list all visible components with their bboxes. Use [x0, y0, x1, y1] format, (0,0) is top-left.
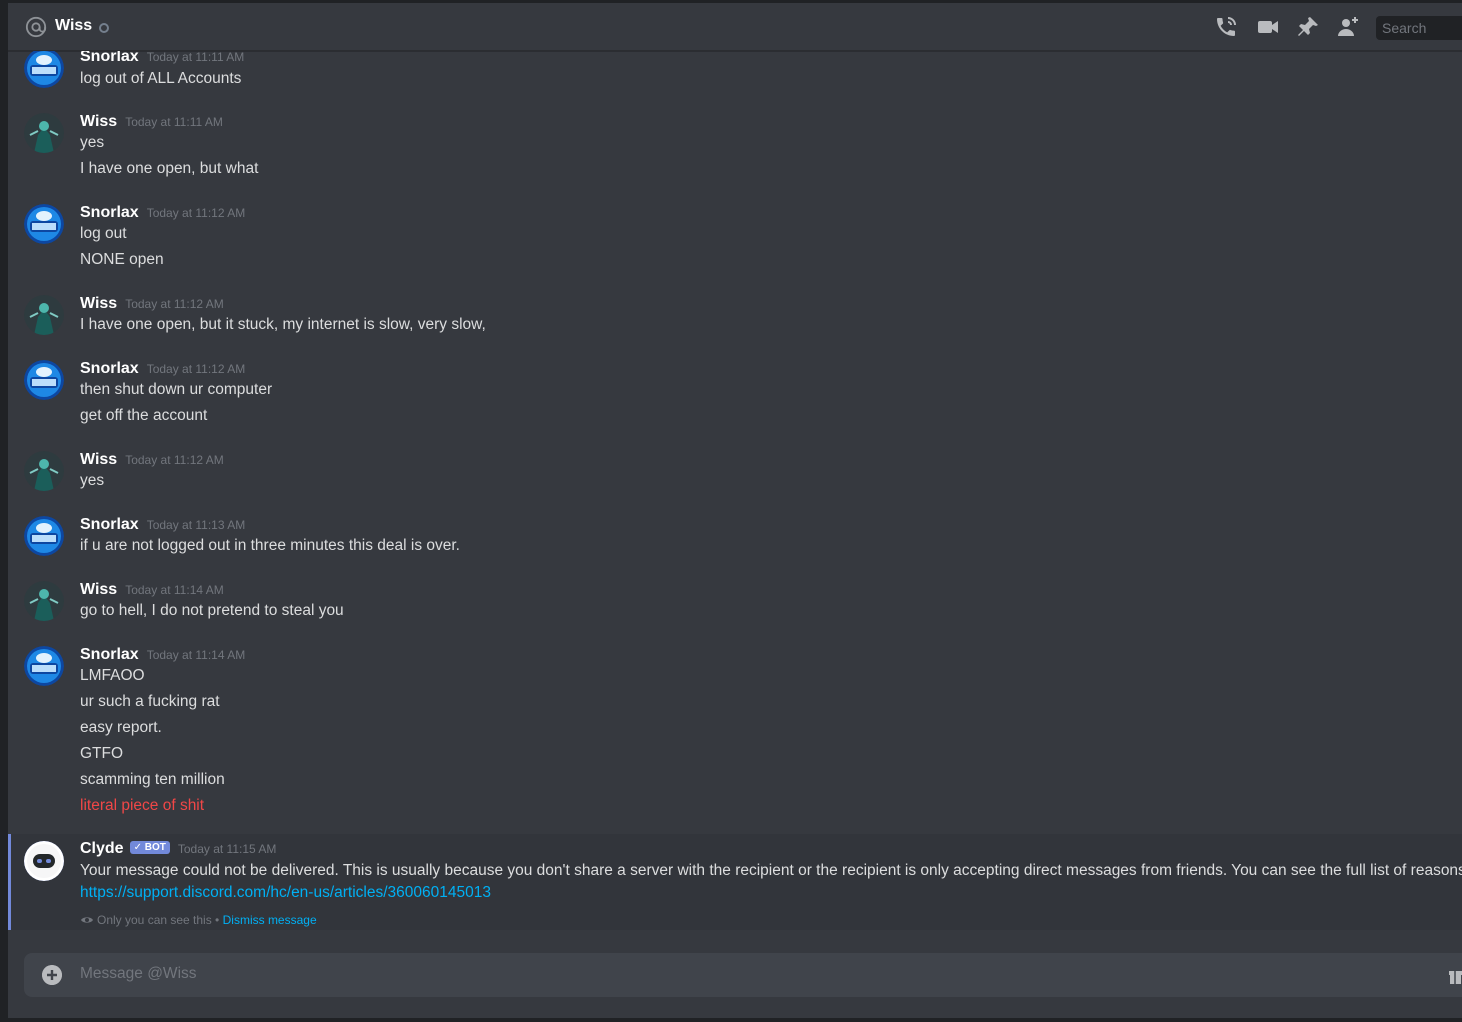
message-text: easy report.	[80, 719, 162, 736]
message-text: go to hell, I do not pretend to steal yo…	[80, 602, 344, 619]
username[interactable]: Snorlax Today at 11:11 AM	[80, 51, 244, 66]
plus-icon[interactable]	[42, 965, 62, 985]
message-composer[interactable]: Message @Wiss	[24, 953, 1462, 997]
timestamp: Today at 11:15 AM	[177, 842, 277, 856]
eye-icon	[81, 917, 93, 923]
phone-call-icon[interactable]	[1214, 15, 1238, 39]
avatar[interactable]	[24, 451, 64, 491]
avatar[interactable]	[24, 113, 64, 153]
avatar[interactable]	[24, 581, 64, 621]
dismiss-message-link[interactable]: Dismiss message	[223, 913, 317, 927]
message-text: scamming ten million	[80, 771, 225, 788]
timestamp: Today at 11:11 AM	[146, 51, 245, 64]
message-text: LMFAOO	[80, 667, 145, 684]
message-list: Snorlax Today at 11:11 AM log out of ALL …	[8, 51, 1462, 941]
message-text: GTFO	[80, 745, 124, 762]
username[interactable]: Wiss Today at 11:14 AM	[80, 581, 224, 599]
message-text: literal piece of shit	[80, 797, 205, 814]
username[interactable]: Snorlax Today at 11:13 AM	[80, 516, 245, 534]
message-input[interactable]: Message @Wiss	[80, 965, 197, 983]
clyde-bot-icon	[24, 841, 64, 881]
message-text: I have one open, but it stuck, my intern…	[80, 316, 486, 333]
wiss-avatar-image	[24, 581, 64, 621]
username[interactable]: Wiss Today at 11:12 AM	[80, 451, 224, 469]
message-text: I have one open, but what	[80, 160, 259, 177]
username[interactable]: Snorlax Today at 11:14 AM	[80, 646, 245, 664]
username[interactable]: Wiss Today at 11:12 AM	[80, 295, 224, 313]
offline-status-icon	[99, 23, 109, 33]
timestamp: Today at 11:12 AM	[146, 362, 246, 376]
username[interactable]: Wiss Today at 11:11 AM	[80, 113, 223, 131]
left-sidebar-edge	[0, 0, 8, 1022]
message-text: yes	[80, 134, 105, 151]
support-link[interactable]: https://support.discord.com/hc/en-us/art…	[80, 884, 491, 902]
wiss-avatar-image	[24, 113, 64, 153]
username[interactable]: Snorlax Today at 11:12 AM	[80, 204, 245, 222]
ephemeral-note: Only you can see this • Dismiss message	[80, 913, 317, 927]
message-text: log out	[80, 225, 127, 242]
add-friend-icon[interactable]	[1336, 15, 1360, 39]
avatar[interactable]	[24, 646, 64, 686]
username[interactable]: Snorlax Today at 11:12 AM	[80, 360, 245, 378]
avatar[interactable]	[24, 204, 64, 244]
username[interactable]: Clyde ✓ BOT Today at 11:15 AM	[80, 840, 276, 858]
message-text: then shut down ur computer	[80, 381, 273, 398]
clyde-ephemeral-message: Clyde ✓ BOT Today at 11:15 AM Your message…	[8, 834, 1462, 930]
snorlax-scripts-logo	[24, 360, 64, 400]
message-text: if u are not logged out in three minutes…	[80, 537, 460, 554]
wiss-avatar-image	[24, 295, 64, 335]
snorlax-scripts-logo	[24, 646, 64, 686]
timestamp: Today at 11:12 AM	[125, 453, 224, 467]
timestamp: Today at 11:14 AM	[125, 583, 224, 597]
avatar[interactable]	[24, 360, 64, 400]
timestamp: Today at 11:14 AM	[146, 648, 246, 662]
avatar[interactable]	[24, 516, 64, 556]
timestamp: Today at 11:12 AM	[146, 206, 246, 220]
message-text: yes	[80, 472, 105, 489]
at-sign-icon	[25, 16, 47, 38]
bot-badge: ✓ BOT	[129, 841, 170, 854]
wiss-avatar-image	[24, 451, 64, 491]
channel-header: Wiss Search	[8, 3, 1462, 51]
video-camera-icon[interactable]	[1256, 15, 1280, 39]
gift-icon[interactable]	[1448, 965, 1462, 985]
snorlax-scripts-logo	[24, 51, 64, 88]
snorlax-scripts-logo	[24, 516, 64, 556]
clyde-avatar[interactable]	[24, 841, 64, 881]
timestamp: Today at 11:12 AM	[125, 297, 224, 311]
avatar[interactable]	[24, 295, 64, 335]
search-input[interactable]: Search	[1376, 16, 1462, 40]
timestamp: Today at 11:11 AM	[125, 115, 223, 129]
window-bottom-border	[0, 1018, 1462, 1022]
timestamp: Today at 11:13 AM	[146, 518, 246, 532]
snorlax-scripts-logo	[24, 204, 64, 244]
pin-icon[interactable]	[1296, 15, 1320, 39]
message-text: log out of ALL Accounts	[80, 70, 242, 87]
avatar[interactable]	[24, 51, 64, 88]
message-text: get off the account	[80, 407, 208, 424]
message-text: NONE open	[80, 251, 164, 268]
message-text: Your message could not be delivered. Thi…	[80, 862, 1462, 879]
dm-recipient-name: Wiss	[55, 17, 93, 34]
message-text: ur such a fucking rat	[80, 693, 220, 710]
